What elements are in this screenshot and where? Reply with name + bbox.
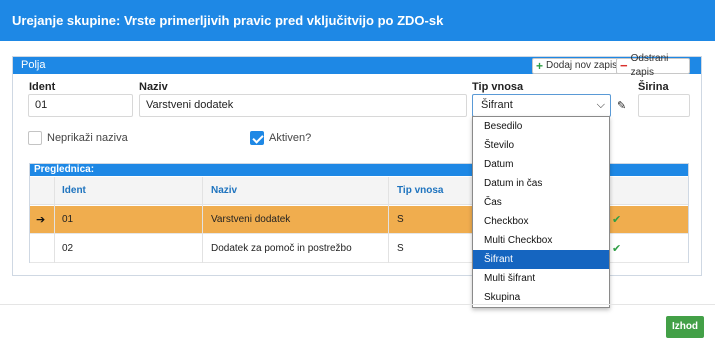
check-icon: ✔ [612, 243, 622, 255]
col-header-naziv[interactable]: Naziv [211, 177, 237, 205]
remove-record-button[interactable]: − Odstrani zapis [616, 53, 690, 78]
dropdown-option-besedilo[interactable]: Besedilo [473, 117, 609, 136]
sirina-field[interactable] [638, 94, 690, 117]
plus-icon: + [536, 59, 544, 73]
remove-record-label: Odstrani zapis [630, 53, 669, 78]
row-naziv: Dodatek za pomoč in postrežbo [211, 243, 352, 254]
footer-divider [0, 304, 715, 305]
dropdown-option-sifrant[interactable]: Šifrant [473, 250, 609, 269]
aktiven-label: Aktiven? [269, 132, 312, 144]
dropdown-option-stevilo[interactable]: Število [473, 136, 609, 155]
column-divider [388, 177, 389, 263]
dropdown-option-datum[interactable]: Datum [473, 155, 609, 174]
window-title: Urejanje skupine: Vrste primerljivih pra… [0, 0, 715, 41]
add-record-label: Dodaj nov zapis [546, 60, 618, 71]
sirina-label: Širina [638, 81, 669, 93]
minus-icon: − [620, 58, 628, 73]
col-header-tip-vnosa[interactable]: Tip vnosa [397, 177, 444, 205]
check-icon: ✔ [612, 214, 622, 226]
row-ident: 02 [62, 243, 74, 254]
row-naziv: Varstveni dodatek [211, 214, 291, 225]
tip-vnosa-select[interactable]: Šifrant ⌵ [472, 94, 611, 117]
tip-vnosa-label: Tip vnosa [472, 81, 524, 93]
dropdown-option-cas[interactable]: Čas [473, 193, 609, 212]
arrow-right-icon: ➔ [36, 214, 46, 226]
dropdown-option-datum-in-cas[interactable]: Datum in čas [473, 174, 609, 193]
exit-button[interactable]: Izhod [666, 316, 704, 338]
naziv-label: Naziv [139, 81, 168, 93]
row-tip: S [397, 243, 404, 254]
dropdown-option-multi-checkbox[interactable]: Multi Checkbox [473, 231, 609, 250]
dropdown-option-checkbox[interactable]: Checkbox [473, 212, 609, 231]
column-divider [54, 177, 55, 263]
chevron-down-icon: ⌵ [596, 99, 605, 111]
pencil-icon[interactable]: ✎ [617, 99, 626, 112]
row-tip: S [397, 214, 404, 225]
tip-vnosa-dropdown[interactable]: Besedilo Število Datum Datum in čas Čas … [472, 116, 610, 308]
aktiven-checkbox[interactable] [250, 131, 264, 145]
ident-field[interactable]: 01 [28, 94, 133, 117]
col-header-ident[interactable]: Ident [62, 177, 86, 205]
naziv-field[interactable]: Varstveni dodatek [139, 94, 467, 117]
neprikazi-naziva-checkbox[interactable] [28, 131, 42, 145]
row-ident: 01 [62, 214, 74, 225]
ident-label: Ident [29, 81, 56, 93]
column-divider [202, 177, 203, 263]
tip-vnosa-value: Šifrant [481, 99, 513, 111]
neprikazi-naziva-label: Neprikaži naziva [47, 132, 128, 144]
dropdown-option-multi-sifrant[interactable]: Multi šifrant [473, 269, 609, 288]
add-record-button[interactable]: + Dodaj nov zapis [532, 58, 624, 74]
